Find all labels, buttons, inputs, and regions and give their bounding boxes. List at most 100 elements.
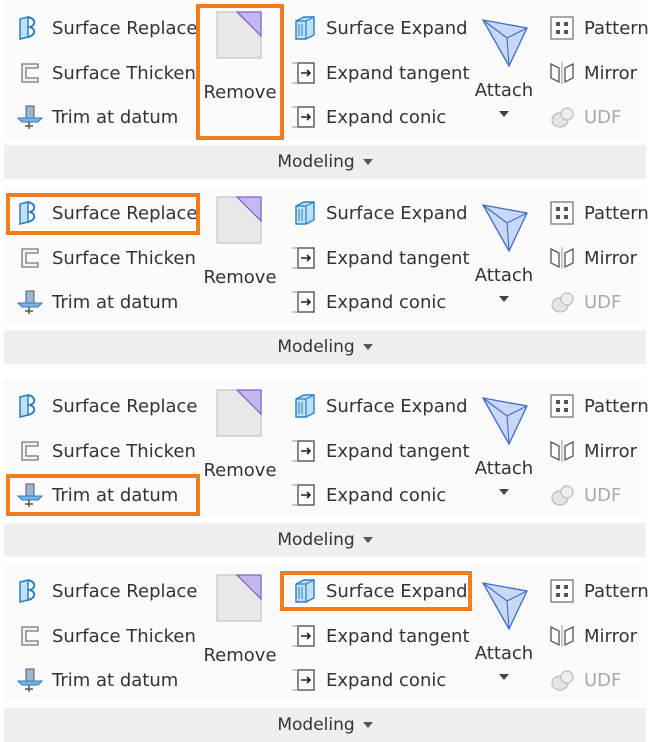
surface-thicken-icon (16, 438, 44, 464)
pattern-button[interactable]: Pattern (548, 198, 649, 228)
attach-dropdown-icon[interactable] (499, 489, 509, 495)
expand-tangent-button[interactable]: Expand tangent (290, 621, 470, 651)
modeling-group-label: Modeling (277, 152, 355, 172)
surface-expand-button[interactable]: Surface Expand (290, 198, 468, 228)
attach-button[interactable]: Attach (470, 392, 538, 495)
surface-expand-button[interactable]: Surface Expand (290, 391, 468, 421)
surface-thicken-label: Surface Thicken (52, 247, 196, 269)
expand-tangent-button[interactable]: Expand tangent (290, 243, 470, 273)
modeling-group-dropdown[interactable]: Modeling (4, 530, 646, 550)
attach-button[interactable]: Attach (470, 577, 538, 680)
expand-conic-button[interactable]: Expand conic (290, 480, 446, 510)
expand-tangent-button[interactable]: Expand tangent (290, 436, 470, 466)
surface-replace-button[interactable]: Surface Replace (16, 198, 198, 228)
ribbon-commands: Surface Replace Surface Thicken Trim at … (4, 185, 649, 325)
remove-button[interactable]: Remove (200, 10, 280, 103)
expand-conic-button[interactable]: Expand conic (290, 665, 446, 695)
trim-at-datum-button[interactable]: Trim at datum (16, 480, 178, 510)
surface-expand-icon (290, 393, 318, 419)
remove-label: Remove (203, 460, 277, 481)
surface-replace-icon (16, 578, 44, 604)
modeling-group-dropdown[interactable]: Modeling (4, 152, 646, 172)
expand-tangent-icon (290, 245, 318, 271)
pattern-button[interactable]: Pattern (548, 576, 649, 606)
surface-thicken-button[interactable]: Surface Thicken (16, 243, 196, 273)
attach-dropdown-icon[interactable] (499, 674, 509, 680)
attach-button[interactable]: Attach (470, 199, 538, 302)
modeling-group-bar: Modeling (4, 523, 646, 557)
expand-conic-icon (290, 289, 318, 315)
modeling-group-label: Modeling (277, 337, 355, 357)
chevron-down-icon (362, 722, 373, 728)
attach-dropdown-icon[interactable] (499, 296, 509, 302)
surface-replace-label: Surface Replace (52, 395, 198, 417)
surface-replace-button[interactable]: Surface Replace (16, 391, 198, 421)
remove-button[interactable]: Remove (200, 573, 280, 666)
attach-dropdown-icon[interactable] (499, 111, 509, 117)
mirror-button[interactable]: Mirror (548, 621, 637, 651)
pattern-icon (548, 578, 576, 604)
attach-label: Attach (474, 265, 534, 286)
modeling-group-dropdown[interactable]: Modeling (4, 715, 646, 735)
attach-label: Attach (474, 458, 534, 479)
surface-replace-button[interactable]: Surface Replace (16, 13, 198, 43)
trim-datum-icon (16, 289, 44, 315)
expand-conic-button[interactable]: Expand conic (290, 102, 446, 132)
surface-thicken-button[interactable]: Surface Thicken (16, 436, 196, 466)
mirror-icon (548, 60, 576, 86)
surface-expand-label: Surface Expand (326, 202, 468, 224)
udf-label: UDF (584, 669, 622, 691)
remove-label: Remove (203, 82, 277, 103)
expand-tangent-button[interactable]: Expand tangent (290, 58, 470, 88)
expand-tangent-icon (290, 623, 318, 649)
remove-button[interactable]: Remove (200, 388, 280, 481)
pattern-button[interactable]: Pattern (548, 13, 649, 43)
surface-expand-icon (290, 578, 318, 604)
mirror-label: Mirror (584, 440, 638, 462)
attach-icon (479, 392, 529, 448)
expand-conic-icon (290, 482, 318, 508)
surface-replace-label: Surface Replace (52, 580, 198, 602)
udf-icon (548, 289, 576, 315)
udf-button: UDF (548, 480, 621, 510)
mirror-button[interactable]: Mirror (548, 436, 637, 466)
expand-conic-label: Expand conic (326, 484, 447, 506)
expand-conic-label: Expand conic (326, 106, 447, 128)
ribbon-panel-4: Surface Replace Surface Thicken Trim at … (4, 563, 649, 742)
surface-thicken-label: Surface Thicken (52, 625, 196, 647)
surface-thicken-button[interactable]: Surface Thicken (16, 58, 196, 88)
surface-replace-button[interactable]: Surface Replace (16, 576, 198, 606)
surface-replace-label: Surface Replace (52, 17, 198, 39)
surface-thicken-button[interactable]: Surface Thicken (16, 621, 196, 651)
trim-at-datum-button[interactable]: Trim at datum (16, 287, 178, 317)
udf-icon (548, 104, 576, 130)
mirror-label: Mirror (584, 247, 638, 269)
pattern-icon (548, 393, 576, 419)
remove-icon (215, 195, 265, 247)
expand-tangent-icon (290, 438, 318, 464)
trim-datum-icon (16, 482, 44, 508)
chevron-down-icon (362, 344, 373, 350)
udf-label: UDF (584, 291, 622, 313)
mirror-button[interactable]: Mirror (548, 243, 637, 273)
attach-button[interactable]: Attach (470, 14, 538, 117)
trim-at-datum-button[interactable]: Trim at datum (16, 102, 178, 132)
mirror-button[interactable]: Mirror (548, 58, 637, 88)
modeling-group-dropdown[interactable]: Modeling (4, 337, 646, 357)
udf-icon (548, 667, 576, 693)
attach-label: Attach (474, 643, 534, 664)
surface-expand-button[interactable]: Surface Expand (290, 13, 468, 43)
modeling-group-label: Modeling (277, 715, 355, 735)
trim-at-datum-label: Trim at datum (52, 669, 179, 691)
expand-conic-label: Expand conic (326, 669, 447, 691)
ribbon-panel-1: Surface Replace Surface Thicken Trim at … (4, 0, 649, 182)
trim-at-datum-button[interactable]: Trim at datum (16, 665, 178, 695)
surface-expand-button[interactable]: Surface Expand (290, 576, 468, 606)
trim-at-datum-label: Trim at datum (52, 291, 179, 313)
udf-button: UDF (548, 665, 621, 695)
pattern-button[interactable]: Pattern (548, 391, 649, 421)
expand-conic-button[interactable]: Expand conic (290, 287, 446, 317)
modeling-group-bar: Modeling (4, 145, 646, 179)
remove-icon (215, 573, 265, 625)
remove-button[interactable]: Remove (200, 195, 280, 288)
